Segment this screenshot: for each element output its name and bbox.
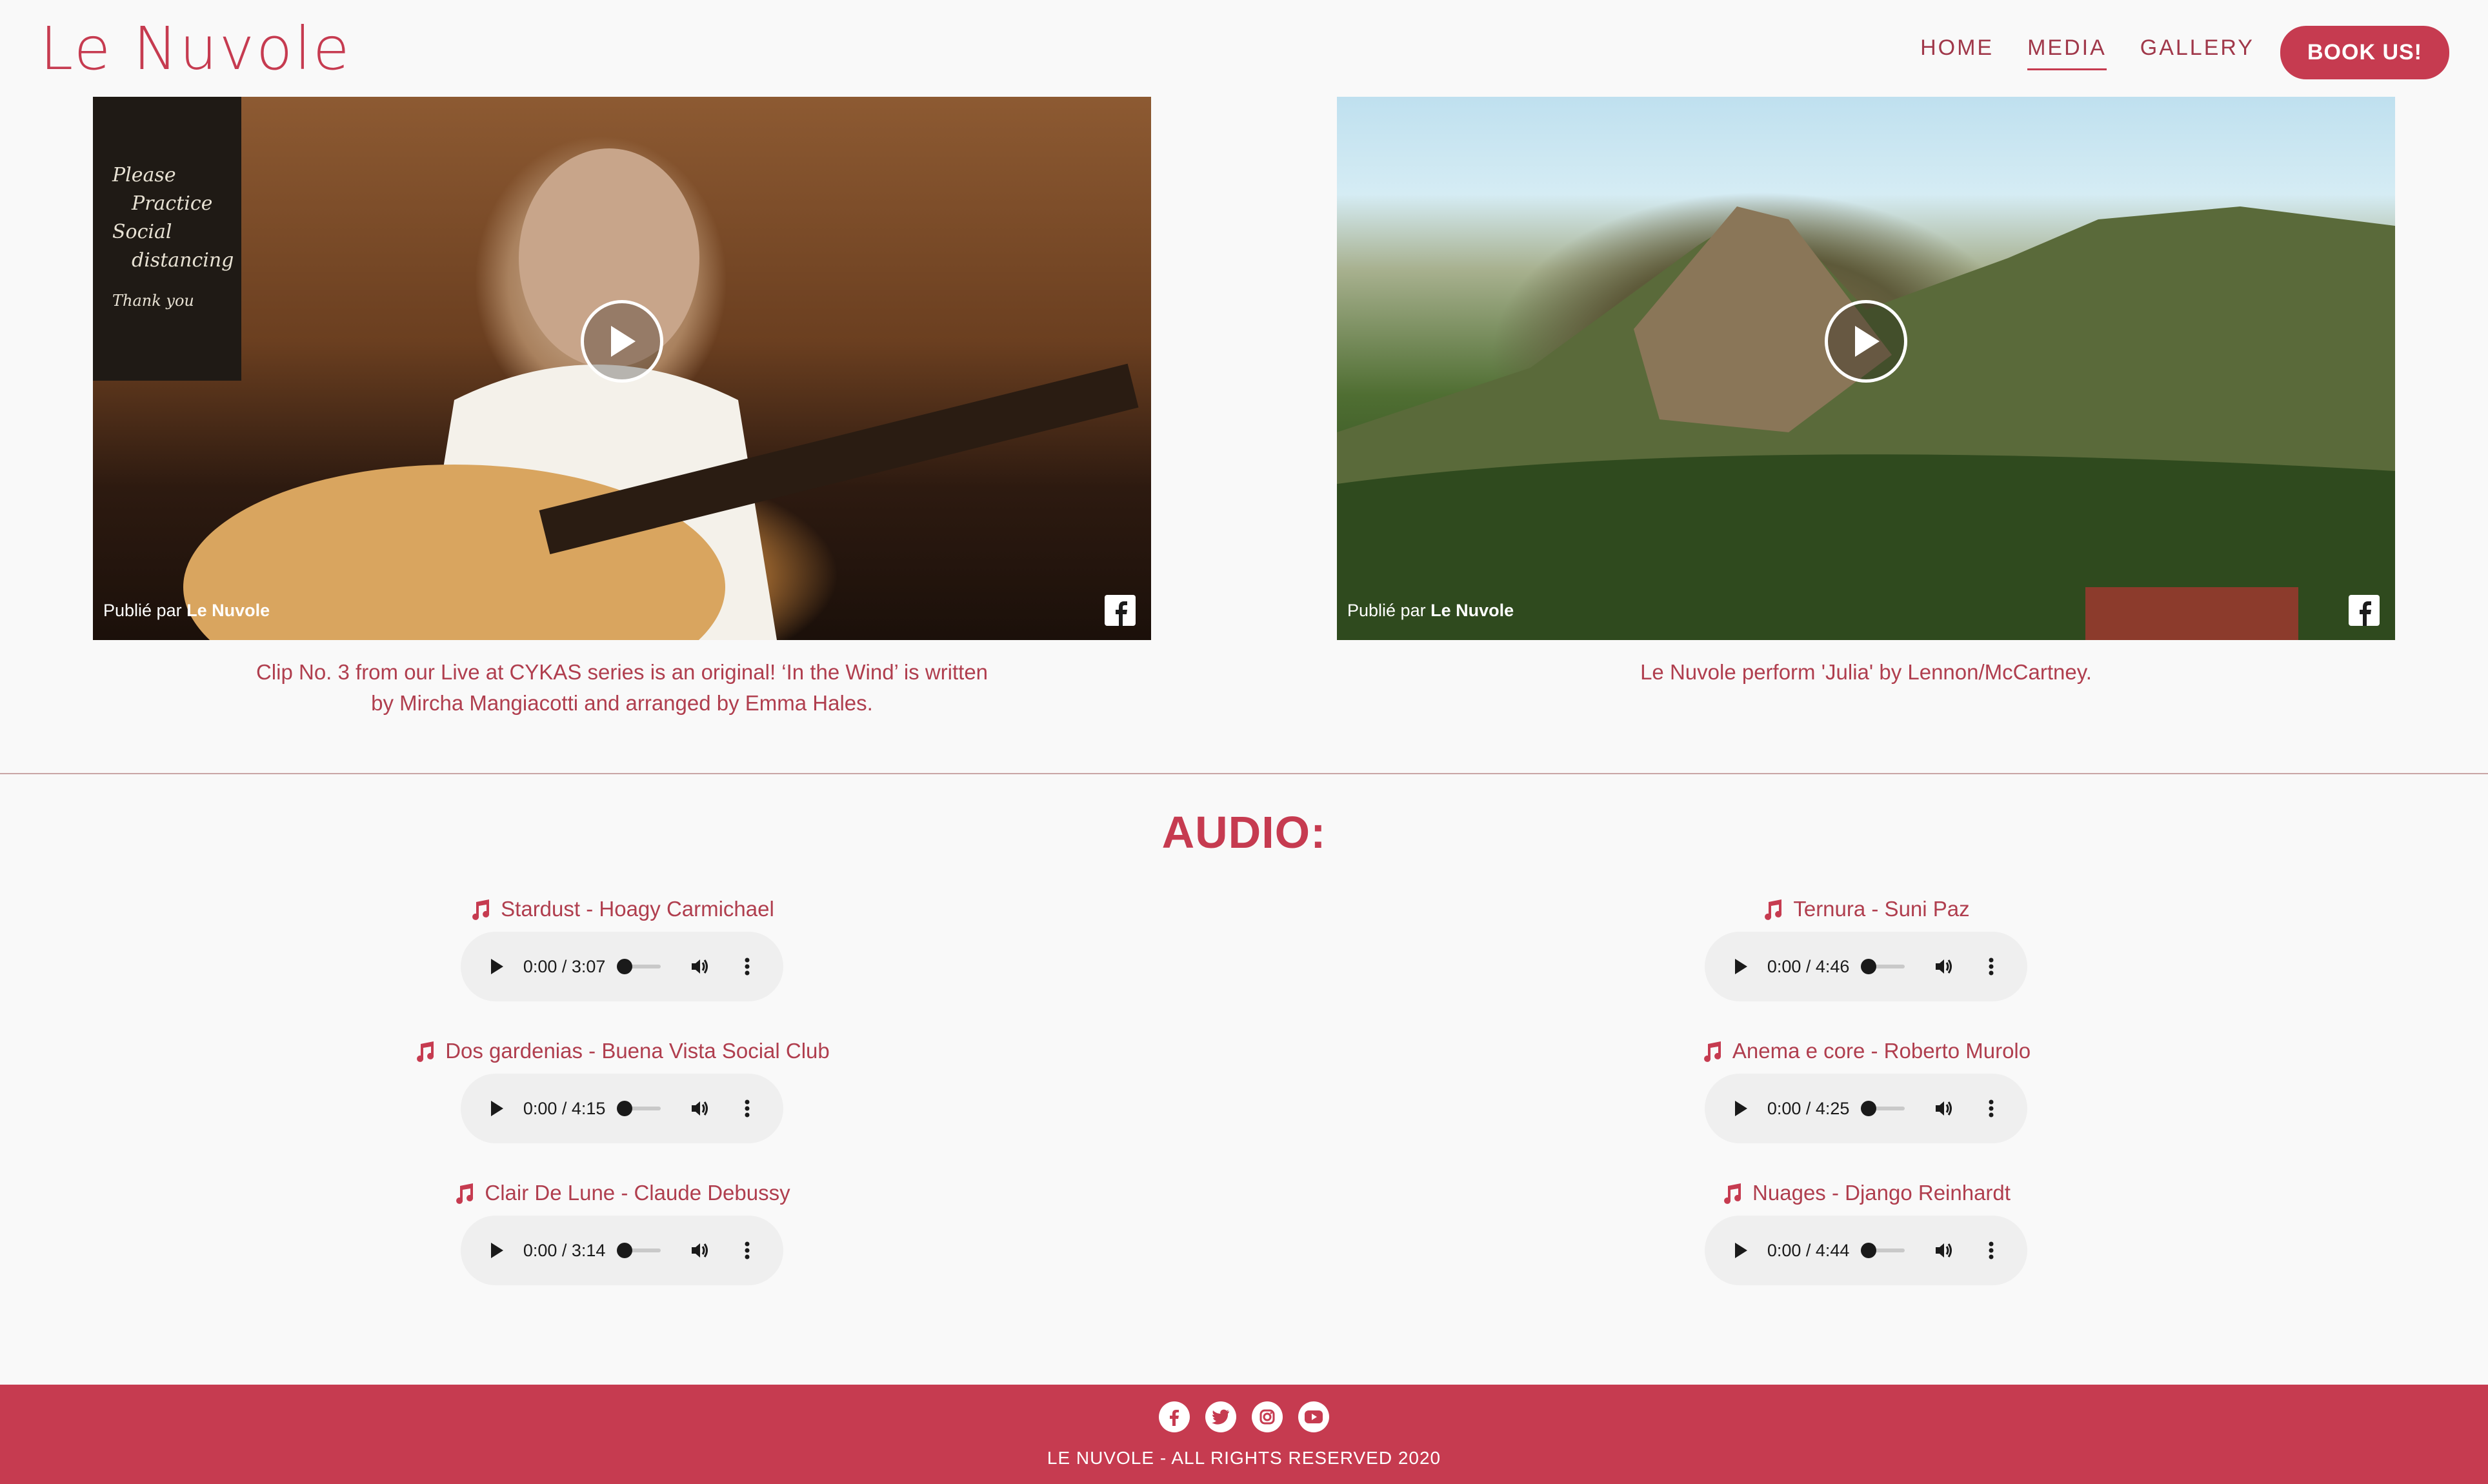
track-time: 0:00 / 3:14: [523, 1240, 606, 1260]
audio-player[interactable]: 0:00 / 3:14: [461, 1216, 783, 1285]
track-time: 0:00 / 4:15: [523, 1098, 606, 1118]
audio-player[interactable]: 0:00 / 3:07: [461, 932, 783, 1001]
social-links: [0, 1401, 2488, 1432]
video-player-2[interactable]: Publié par Le Nuvole: [1337, 97, 2395, 640]
track-title: Ternura - Suni Paz: [1793, 897, 1970, 921]
audio-track: Anema e core - Roberto Murolo 0:00 / 4:2…: [1543, 1035, 2189, 1143]
more-options-icon[interactable]: [736, 1239, 757, 1261]
twitter-icon[interactable]: [1205, 1401, 1236, 1432]
volume-icon[interactable]: [1933, 956, 1954, 978]
audio-heading: AUDIO:: [1161, 807, 1327, 857]
play-icon[interactable]: [1731, 956, 1752, 978]
seek-slider[interactable]: [617, 1243, 661, 1258]
more-options-icon[interactable]: [1980, 1239, 2001, 1261]
audio-track: Nuages - Django Reinhardt 0:00 / 4:44: [1543, 1177, 2189, 1285]
instagram-icon[interactable]: [1252, 1401, 1283, 1432]
more-options-icon[interactable]: [736, 956, 757, 978]
volume-icon[interactable]: [1933, 1239, 1954, 1261]
audio-track: Stardust - Hoagy Carmichael 0:00 / 3:07: [299, 893, 945, 1001]
play-icon: [1855, 325, 1880, 357]
video-caption-1: Clip No. 3 from our Live at CYKAS series…: [256, 660, 988, 715]
music-note-icon: [1701, 1040, 1723, 1062]
audio-track: Ternura - Suni Paz 0:00 / 4:46: [1543, 893, 2189, 1001]
audio-player[interactable]: 0:00 / 4:15: [461, 1074, 783, 1143]
play-button[interactable]: [1825, 299, 1907, 383]
volume-icon[interactable]: [689, 1098, 710, 1119]
site-footer: LE NUVOLE - ALL RIGHTS RESERVED 2020: [0, 1385, 2488, 1484]
track-title: Nuages - Django Reinhardt: [1752, 1181, 2011, 1205]
track-time: 0:00 / 3:07: [523, 956, 606, 976]
video-caption-2: Le Nuvole perform 'Julia' by Lennon/McCa…: [1640, 660, 2092, 684]
play-icon[interactable]: [487, 956, 508, 978]
seek-slider[interactable]: [1861, 1101, 1905, 1116]
music-note-icon: [454, 1182, 476, 1204]
track-title: Clair De Lune - Claude Debussy: [485, 1181, 790, 1205]
audio-player[interactable]: 0:00 / 4:44: [1705, 1216, 2027, 1285]
facebook-icon[interactable]: [2349, 595, 2380, 626]
seek-slider[interactable]: [1861, 959, 1905, 974]
volume-icon[interactable]: [689, 956, 710, 978]
track-title: Stardust - Hoagy Carmichael: [501, 897, 774, 921]
main-nav: HOME MEDIA GALLERY BOOK US!: [1887, 26, 2449, 79]
site-logo[interactable]: Le Nuvole: [40, 14, 352, 83]
video-player-1[interactable]: Please Practice Social distancing Thank …: [93, 97, 1151, 640]
music-note-icon: [1721, 1182, 1743, 1204]
nav-media[interactable]: MEDIA: [2027, 35, 2107, 70]
music-note-icon: [1762, 898, 1784, 920]
facebook-icon[interactable]: [1105, 595, 1136, 626]
publisher-link[interactable]: Le Nuvole: [186, 601, 270, 620]
play-button[interactable]: [581, 299, 663, 383]
track-time: 0:00 / 4:46: [1767, 956, 1850, 976]
section-divider: [0, 773, 2488, 774]
music-note-icon: [470, 898, 492, 920]
more-options-icon[interactable]: [736, 1098, 757, 1119]
play-icon[interactable]: [487, 1239, 508, 1261]
volume-icon[interactable]: [689, 1239, 710, 1261]
play-icon[interactable]: [1731, 1239, 1752, 1261]
publisher-link[interactable]: Le Nuvole: [1430, 601, 1514, 620]
music-note-icon: [414, 1040, 436, 1062]
book-us-button[interactable]: BOOK US!: [2280, 26, 2449, 79]
more-options-icon[interactable]: [1980, 1098, 2001, 1119]
audio-player[interactable]: 0:00 / 4:46: [1705, 932, 2027, 1001]
nav-gallery[interactable]: GALLERY: [2140, 35, 2254, 70]
volume-icon[interactable]: [1933, 1098, 1954, 1119]
more-options-icon[interactable]: [1980, 956, 2001, 978]
published-prefix: Publié par: [1347, 601, 1426, 620]
play-icon: [611, 325, 636, 357]
seek-slider[interactable]: [617, 959, 661, 974]
published-by: Publié par Le Nuvole: [1347, 601, 1514, 621]
track-title: Anema e core - Roberto Murolo: [1732, 1039, 2031, 1063]
youtube-icon[interactable]: [1298, 1401, 1329, 1432]
copyright-text: LE NUVOLE - ALL RIGHTS RESERVED 2020: [1047, 1448, 1441, 1468]
facebook-icon[interactable]: [1159, 1401, 1190, 1432]
audio-player[interactable]: 0:00 / 4:25: [1705, 1074, 2027, 1143]
published-prefix: Publié par: [103, 601, 182, 620]
play-icon[interactable]: [1731, 1098, 1752, 1119]
nav-home[interactable]: HOME: [1920, 35, 1994, 70]
seek-slider[interactable]: [1861, 1243, 1905, 1258]
audio-track: Clair De Lune - Claude Debussy 0:00 / 3:…: [299, 1177, 945, 1285]
track-title: Dos gardenias - Buena Vista Social Club: [445, 1039, 830, 1063]
track-time: 0:00 / 4:44: [1767, 1240, 1850, 1260]
play-icon[interactable]: [487, 1098, 508, 1119]
track-time: 0:00 / 4:25: [1767, 1098, 1850, 1118]
audio-track: Dos gardenias - Buena Vista Social Club …: [299, 1035, 945, 1143]
published-by: Publié par Le Nuvole: [103, 601, 270, 621]
seek-slider[interactable]: [617, 1101, 661, 1116]
